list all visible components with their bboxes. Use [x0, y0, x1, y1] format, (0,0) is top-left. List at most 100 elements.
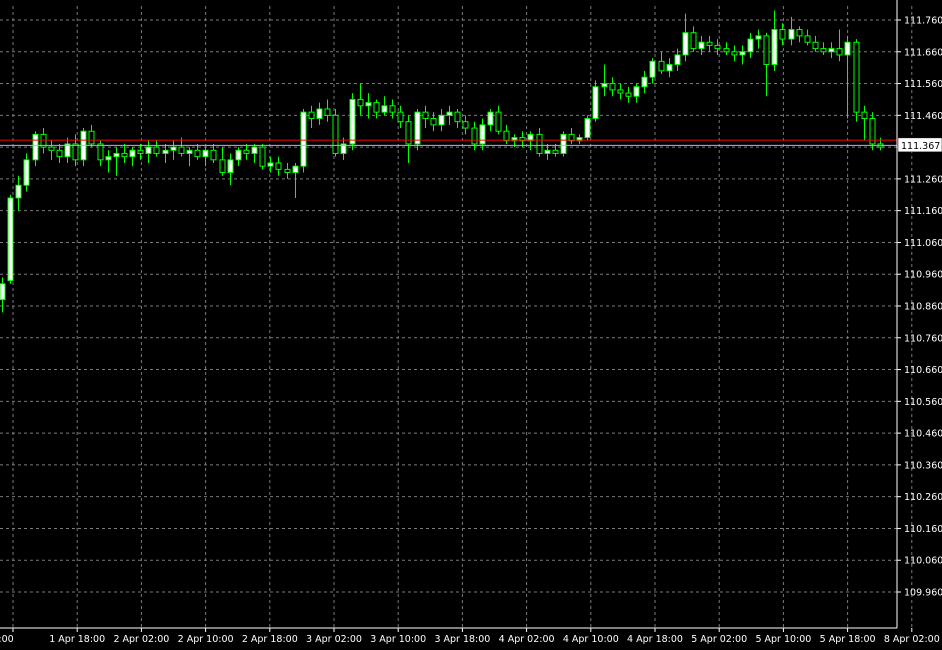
candle-body-bear: [178, 146, 185, 154]
x-tick-label: 3 Apr 18:00: [434, 634, 490, 645]
candle-body-bear: [714, 44, 721, 50]
x-tick-label: 4 Apr 10:00: [563, 634, 619, 645]
candle-body-bull: [381, 105, 388, 113]
candle-body-bull: [113, 152, 120, 158]
candle-body-bull: [32, 133, 39, 161]
y-tick-label: 110.460: [904, 429, 942, 440]
candle-body-bear: [153, 146, 160, 154]
candle-body-bear: [861, 111, 868, 120]
candle-body-bull: [267, 162, 274, 167]
candle-body-bull: [170, 146, 177, 151]
candle-body-bull: [674, 54, 681, 65]
candle-body-bull: [479, 124, 486, 145]
candle-body-bear: [88, 130, 95, 145]
y-tick-label: 111.460: [904, 111, 942, 122]
x-tick-label: 10:00: [0, 634, 14, 645]
candle-body-bear: [804, 35, 811, 43]
candle-body-bull: [15, 184, 22, 199]
x-tick-label: 3 Apr 10:00: [370, 634, 426, 645]
y-tick-label: 110.060: [904, 556, 942, 567]
x-tick-label: 4 Apr 18:00: [627, 634, 683, 645]
candle-body-bull: [105, 156, 112, 161]
candle-body-bull: [365, 102, 372, 107]
candle-body-bull: [747, 38, 754, 53]
x-tick-label: 2 Apr 10:00: [178, 634, 234, 645]
candle-body-bull: [649, 60, 656, 78]
candle-body-bear: [853, 41, 860, 113]
bid-label-text: 111.367: [901, 141, 940, 152]
candle-body-bull: [446, 111, 453, 116]
candle-body-bull: [641, 76, 648, 88]
candle-body-bear: [723, 48, 730, 53]
candle-body-bear: [836, 48, 843, 56]
candle-body-bear: [219, 159, 226, 174]
y-tick-label: 111.060: [904, 238, 942, 249]
y-tick-label: 111.760: [904, 16, 942, 27]
candle-body-bear: [373, 102, 380, 113]
candle-body-bear: [137, 149, 144, 154]
candle-body-bear: [284, 168, 291, 174]
x-tick-label: 4 Apr 02:00: [499, 634, 555, 645]
candle-body-bear: [56, 149, 63, 158]
candle-body-bear: [324, 108, 331, 116]
candle-body-bear: [625, 92, 632, 97]
candle-body-bear: [72, 143, 79, 161]
candle-body-bear: [779, 29, 786, 40]
candle-body-bear: [397, 111, 404, 123]
candle-body-bull: [235, 149, 242, 161]
y-tick-label: 111.160: [904, 206, 942, 217]
candle-body-bear: [503, 130, 510, 142]
candlestick-chart: 111.760111.660111.560111.460111.360111.2…: [0, 0, 942, 650]
y-tick-label: 110.560: [904, 397, 942, 408]
candle-body-bear: [194, 149, 201, 158]
candle-body-bull: [316, 108, 323, 120]
candle-body-bull: [633, 86, 640, 97]
candle-body-bear: [796, 29, 803, 37]
candle-body-bear: [332, 114, 339, 154]
candle-body-bull: [828, 48, 835, 53]
candle-body-bear: [690, 32, 697, 50]
x-tick-label: 3 Apr 02:00: [306, 634, 362, 645]
candle-body-bear: [308, 111, 315, 120]
candle-body-bull: [666, 63, 673, 72]
candle-body-bear: [495, 111, 502, 132]
y-tick-label: 110.660: [904, 365, 942, 376]
candle-body-bear: [812, 41, 819, 50]
candle-body-bull: [601, 83, 608, 88]
candle-body-bull: [129, 149, 136, 158]
candle-body-bull: [145, 146, 152, 154]
candle-body-bull: [771, 29, 778, 65]
candle-body-bull: [162, 149, 169, 154]
candle-body-bear: [658, 60, 665, 72]
candle-body-bull: [186, 149, 193, 154]
candle-body-bull: [349, 98, 356, 145]
x-tick-label: 5 Apr 18:00: [820, 634, 876, 645]
candle-body-bear: [430, 118, 437, 126]
x-tick-label: 1 Apr 18:00: [49, 634, 105, 645]
candle-body-bull: [23, 159, 30, 186]
y-tick-label: 110.860: [904, 302, 942, 313]
candle-body-bear: [462, 121, 469, 129]
y-tick-label: 110.760: [904, 333, 942, 344]
y-tick-label: 110.360: [904, 460, 942, 471]
candle-body-bear: [536, 133, 543, 154]
candle-body-bull: [682, 32, 689, 56]
x-tick-label: 8 Apr 02:00: [884, 634, 940, 645]
candle-body-bull: [592, 86, 599, 120]
candle-body-bull: [739, 51, 746, 56]
candle-body-bull: [7, 197, 14, 282]
candle-body-bull: [0, 283, 6, 301]
candle-body-bear: [454, 111, 461, 123]
candle-body-bull: [300, 111, 307, 167]
candle-body-bull: [487, 111, 494, 126]
candle-body-bull: [844, 41, 851, 56]
candle-body-bear: [259, 146, 266, 167]
y-tick-label: 111.660: [904, 47, 942, 58]
candle-body-bear: [389, 105, 396, 113]
candle-body-bull: [251, 146, 258, 154]
candle-body-bull: [414, 111, 421, 145]
candle-body-bear: [763, 35, 770, 65]
candle-body-bull: [584, 118, 591, 139]
candle-body-bear: [48, 146, 55, 151]
bid-price-label: 111.367: [897, 137, 942, 153]
